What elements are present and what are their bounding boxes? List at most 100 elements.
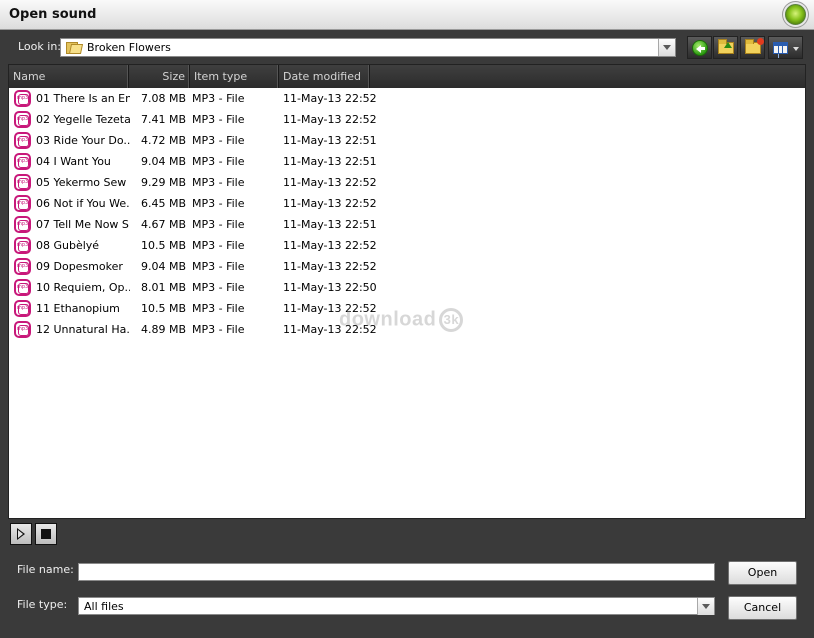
file-size: 4.72 MB xyxy=(140,134,186,147)
mp3-file-icon xyxy=(14,321,31,338)
column-header-date[interactable]: Date modified xyxy=(279,65,370,88)
file-size: 9.04 MB xyxy=(140,155,186,168)
file-type: MP3 - File xyxy=(192,323,245,336)
look-in-label: Look in: xyxy=(18,40,61,53)
file-size: 10.5 MB xyxy=(140,239,186,252)
column-header-name[interactable]: Name xyxy=(9,65,129,88)
play-button[interactable] xyxy=(10,523,32,545)
up-folder-button[interactable] xyxy=(713,36,738,59)
file-type: MP3 - File xyxy=(192,134,245,147)
file-row[interactable]: 04 I Want You 9.04 MB MP3 - File 11-May-13 … xyxy=(9,151,805,172)
mp3-file-icon xyxy=(14,258,31,275)
file-name: 03 Ride Your Do... xyxy=(36,134,130,147)
file-type: MP3 - File xyxy=(192,176,245,189)
file-size: 7.08 MB xyxy=(140,92,186,105)
column-header-type[interactable]: Item type xyxy=(190,65,279,88)
chevron-down-icon[interactable] xyxy=(658,39,675,56)
stop-button[interactable] xyxy=(35,523,57,545)
file-size: 9.04 MB xyxy=(140,260,186,273)
caret-down-icon xyxy=(793,47,799,51)
file-row[interactable]: 07 Tell Me Now S... 4.67 MB MP3 - File 11-M… xyxy=(9,214,805,235)
file-date: 11-May-13 22:51 xyxy=(283,134,377,147)
file-name: 06 Not if You We... xyxy=(36,197,130,210)
file-date: 11-May-13 22:52 xyxy=(283,197,377,210)
file-name-input[interactable] xyxy=(78,563,715,581)
folder-icon xyxy=(66,41,84,54)
mp3-file-icon xyxy=(14,237,31,254)
title-bar: Open sound xyxy=(0,0,814,30)
file-size: 4.89 MB xyxy=(140,323,186,336)
file-size: 4.67 MB xyxy=(140,218,186,231)
file-name-label: File name: xyxy=(17,563,74,576)
file-size: 9.29 MB xyxy=(140,176,186,189)
file-row[interactable]: 08 Gubèlyé 10.5 MB MP3 - File 11-May-13 22:… xyxy=(9,235,805,256)
watermark: download 3k xyxy=(339,308,464,332)
folder-up-icon xyxy=(718,39,734,54)
list-header: Name Size Item type Date modified xyxy=(9,65,805,88)
file-row[interactable]: 01 There Is an End 7.08 MB MP3 - File 11-Ma… xyxy=(9,88,805,109)
file-row[interactable]: 05 Yekermo Sew 9.29 MB MP3 - File 11-May-13… xyxy=(9,172,805,193)
file-type: MP3 - File xyxy=(192,260,245,273)
file-name: 11 Ethanopium xyxy=(36,302,120,315)
file-type: MP3 - File xyxy=(192,239,245,252)
file-type-label: File type: xyxy=(17,598,68,611)
file-name: 02 Yegelle Tezeta xyxy=(36,113,130,126)
file-date: 11-May-13 22:51 xyxy=(283,218,377,231)
dialog-footer: File name: File type: All files Open Can… xyxy=(0,550,814,638)
chevron-down-icon[interactable] xyxy=(697,598,714,615)
file-name: 10 Requiem, Op.... xyxy=(36,281,130,294)
file-type: MP3 - File xyxy=(192,281,245,294)
file-list[interactable]: Name Size Item type Date modified 01 The… xyxy=(8,64,806,519)
file-type: MP3 - File xyxy=(192,302,245,315)
file-row[interactable]: 02 Yegelle Tezeta 7.41 MB MP3 - File 11-May… xyxy=(9,109,805,130)
mp3-file-icon xyxy=(14,174,31,191)
new-folder-icon xyxy=(745,38,764,54)
file-name: 09 Dopesmoker xyxy=(36,260,123,273)
close-icon[interactable] xyxy=(785,4,806,25)
file-row[interactable]: 06 Not if You We... 6.45 MB MP3 - File 11-M… xyxy=(9,193,805,214)
file-type: MP3 - File xyxy=(192,113,245,126)
look-in-bar: Look in: Broken Flowers xyxy=(0,30,814,64)
stop-icon xyxy=(41,529,51,539)
file-type: MP3 - File xyxy=(192,197,245,210)
file-date: 11-May-13 22:52 xyxy=(283,260,377,273)
file-date: 11-May-13 22:50 xyxy=(283,281,377,294)
back-button[interactable] xyxy=(687,36,712,59)
view-menu-icon xyxy=(773,42,788,54)
look-in-dropdown[interactable]: Broken Flowers xyxy=(60,38,676,57)
mp3-file-icon xyxy=(14,279,31,296)
file-type-value: All files xyxy=(84,600,124,613)
file-name: 12 Unnatural Ha... xyxy=(36,323,130,336)
window-title: Open sound xyxy=(9,7,97,22)
file-row[interactable]: 03 Ride Your Do... 4.72 MB MP3 - File 11-Ma… xyxy=(9,130,805,151)
file-row[interactable]: 09 Dopesmoker 9.04 MB MP3 - File 11-May-13 … xyxy=(9,256,805,277)
file-date: 11-May-13 22:51 xyxy=(283,155,377,168)
file-name: 07 Tell Me Now S... xyxy=(36,218,130,231)
file-rows: 01 There Is an End 7.08 MB MP3 - File 11-Ma… xyxy=(9,88,805,340)
mp3-file-icon xyxy=(14,300,31,317)
column-header-size[interactable]: Size xyxy=(129,65,190,88)
view-menu-button[interactable] xyxy=(768,36,803,59)
cancel-button[interactable]: Cancel xyxy=(728,596,797,620)
file-date: 11-May-13 22:52 xyxy=(283,92,377,105)
file-date: 11-May-13 22:52 xyxy=(283,113,377,126)
file-size: 8.01 MB xyxy=(140,281,186,294)
file-name: 08 Gubèlyé xyxy=(36,239,100,252)
player-controls xyxy=(8,519,806,550)
file-type: MP3 - File xyxy=(192,155,245,168)
file-name: 05 Yekermo Sew xyxy=(36,176,127,189)
new-folder-button[interactable] xyxy=(740,36,765,59)
play-icon xyxy=(17,528,25,540)
mp3-file-icon xyxy=(14,132,31,149)
file-size: 10.5 MB xyxy=(140,302,186,315)
open-button[interactable]: Open xyxy=(728,561,797,585)
look-in-value: Broken Flowers xyxy=(87,41,171,54)
file-row[interactable]: 10 Requiem, Op.... 8.01 MB MP3 - File 11-Ma… xyxy=(9,277,805,298)
file-date: 11-May-13 22:52 xyxy=(283,176,377,189)
file-type: MP3 - File xyxy=(192,218,245,231)
mp3-file-icon xyxy=(14,216,31,233)
file-name: 01 There Is an End xyxy=(36,92,130,105)
file-type-dropdown[interactable]: All files xyxy=(78,597,715,615)
mp3-file-icon xyxy=(14,111,31,128)
file-size: 6.45 MB xyxy=(140,197,186,210)
